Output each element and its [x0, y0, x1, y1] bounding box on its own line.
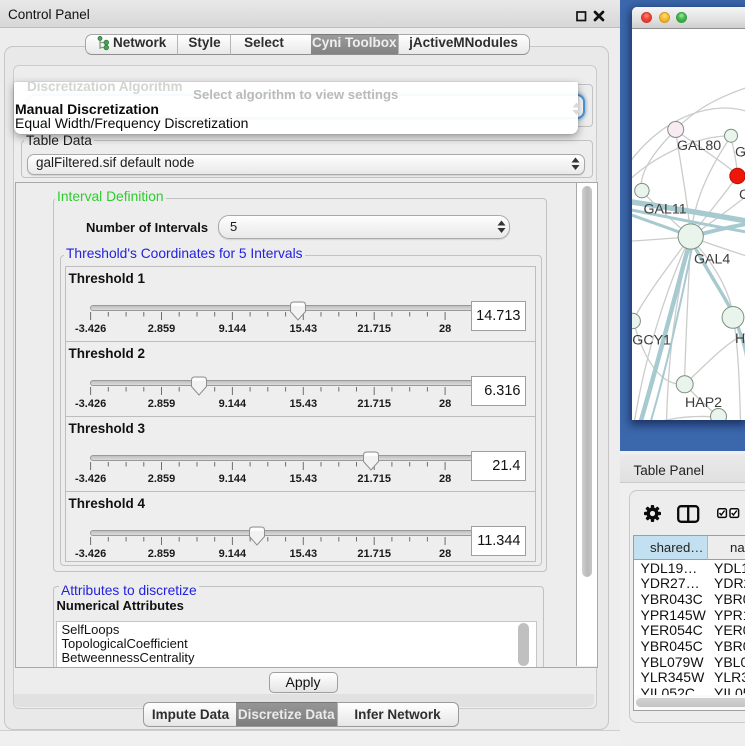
svg-text:HAP2: HAP2 — [685, 395, 722, 411]
svg-text:GAL4: GAL4 — [694, 252, 730, 268]
svg-text:HI: HI — [735, 331, 745, 347]
svg-text:GCY1: GCY1 — [632, 333, 671, 349]
svg-text:GAL11: GAL11 — [643, 202, 686, 218]
svg-text:GAL80: GAL80 — [677, 138, 721, 154]
svg-text:CD: CD — [739, 187, 745, 203]
svg-text:GA: GA — [735, 145, 745, 161]
